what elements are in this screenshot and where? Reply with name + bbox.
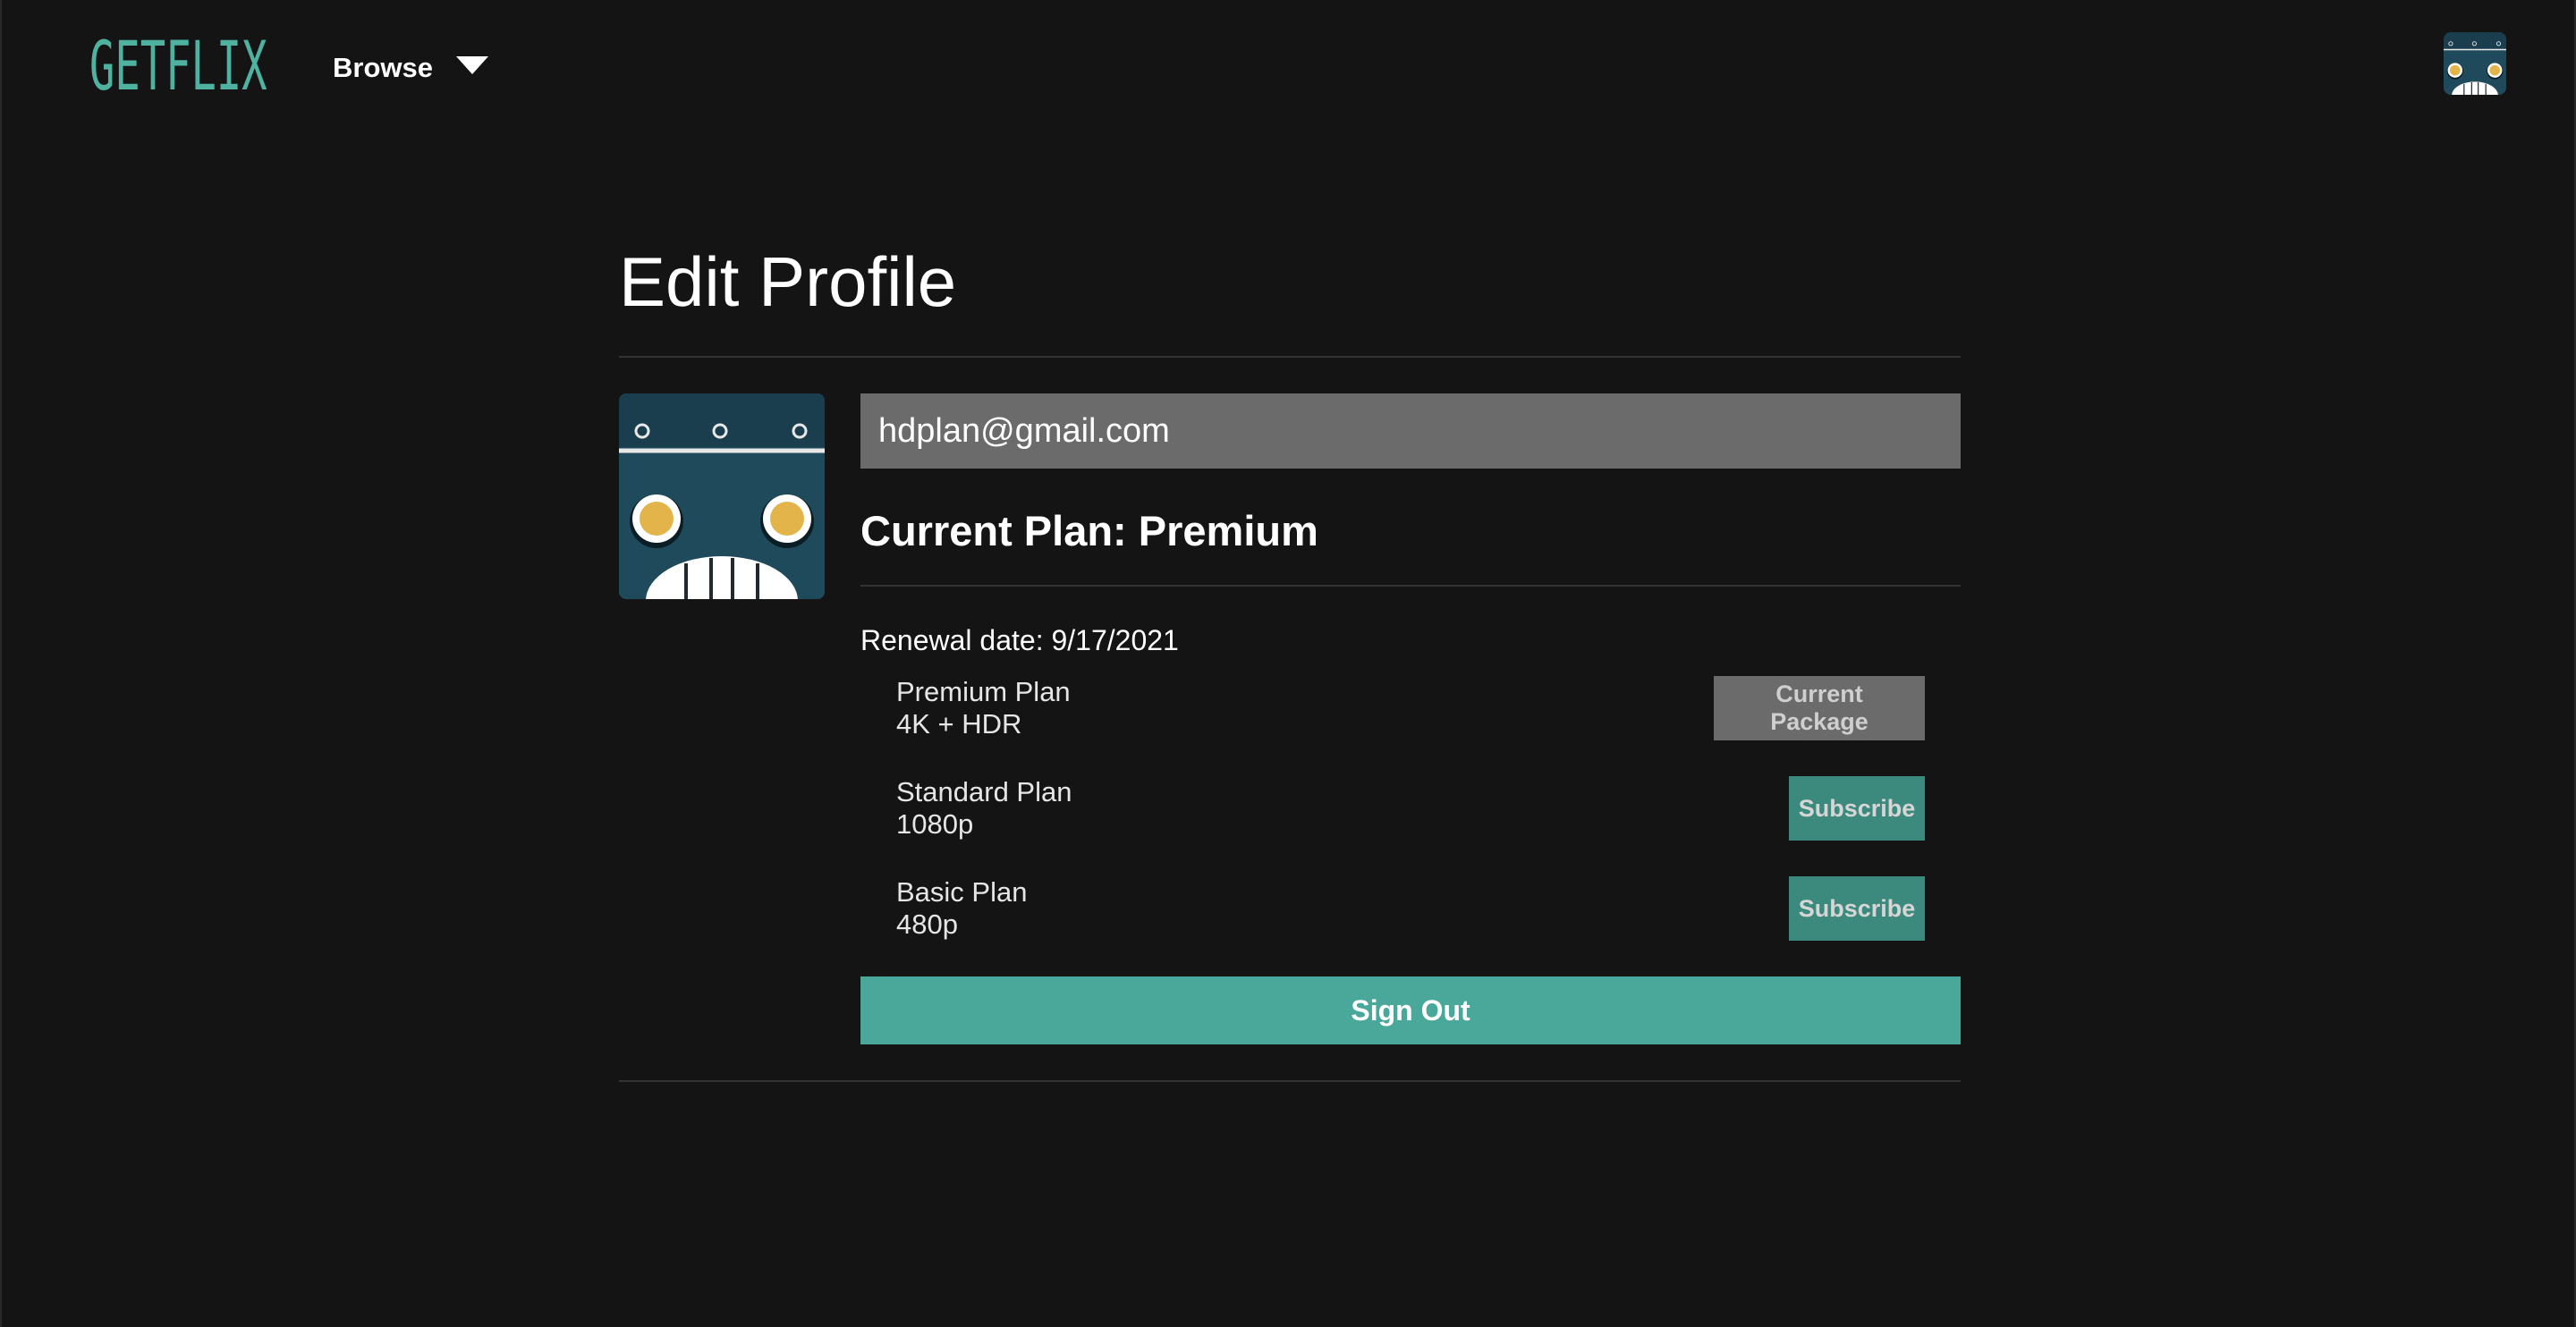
subscribe-basic-button[interactable]: Subscribe xyxy=(1789,876,1925,941)
current-plan-heading: Current Plan: Premium xyxy=(860,507,1318,554)
robot-avatar-icon xyxy=(2444,32,2506,95)
profile-details: hdplan@gmail.com Current Plan: Premium R… xyxy=(860,393,1961,1044)
sign-out-button[interactable]: Sign Out xyxy=(860,976,1961,1044)
plan-row-premium: Premium Plan 4K + HDR Current Package xyxy=(896,676,1925,740)
plan-name: Basic Plan xyxy=(896,876,1028,908)
getflix-logo[interactable]: GETFLIX xyxy=(89,30,267,102)
divider xyxy=(860,585,1961,587)
current-package-button[interactable]: Current Package xyxy=(1714,676,1925,740)
plan-quality: 480p xyxy=(896,909,958,940)
email-field: hdplan@gmail.com xyxy=(860,393,1961,469)
plan-info: Standard Plan 1080p xyxy=(896,776,1072,841)
profile-avatar xyxy=(619,393,825,599)
robot-avatar-icon xyxy=(619,393,825,599)
divider xyxy=(619,1080,1961,1082)
profile-body: hdplan@gmail.com Current Plan: Premium R… xyxy=(619,393,1961,1044)
plan-row-standard: Standard Plan 1080p Subscribe xyxy=(896,776,1925,841)
edit-profile-panel: Edit Profile hdplan@gmail.com Current Pl… xyxy=(619,232,1961,1082)
plan-name: Standard Plan xyxy=(896,776,1072,807)
plan-info: Premium Plan 4K + HDR xyxy=(896,676,1071,740)
subscribe-standard-button[interactable]: Subscribe xyxy=(1789,776,1925,841)
caret-down-icon xyxy=(455,56,488,74)
plan-name: Premium Plan xyxy=(896,676,1071,707)
plan-row-basic: Basic Plan 480p Subscribe xyxy=(896,876,1925,941)
browse-menu[interactable]: Browse xyxy=(333,52,488,84)
page-title: Edit Profile xyxy=(619,242,957,321)
renewal-date: Renewal date: 9/17/2021 xyxy=(860,624,1179,656)
plan-quality: 4K + HDR xyxy=(896,708,1022,740)
plan-quality: 1080p xyxy=(896,808,974,840)
divider xyxy=(619,356,1961,358)
browse-label: Browse xyxy=(333,52,433,83)
plan-info: Basic Plan 480p xyxy=(896,876,1027,941)
app-frame: GETFLIX Browse Edit Profile hdplan@gmail… xyxy=(0,0,2576,1327)
plan-list: Premium Plan 4K + HDR Current Package St… xyxy=(860,676,1961,941)
nav-avatar-robot-icon[interactable] xyxy=(2444,32,2506,95)
